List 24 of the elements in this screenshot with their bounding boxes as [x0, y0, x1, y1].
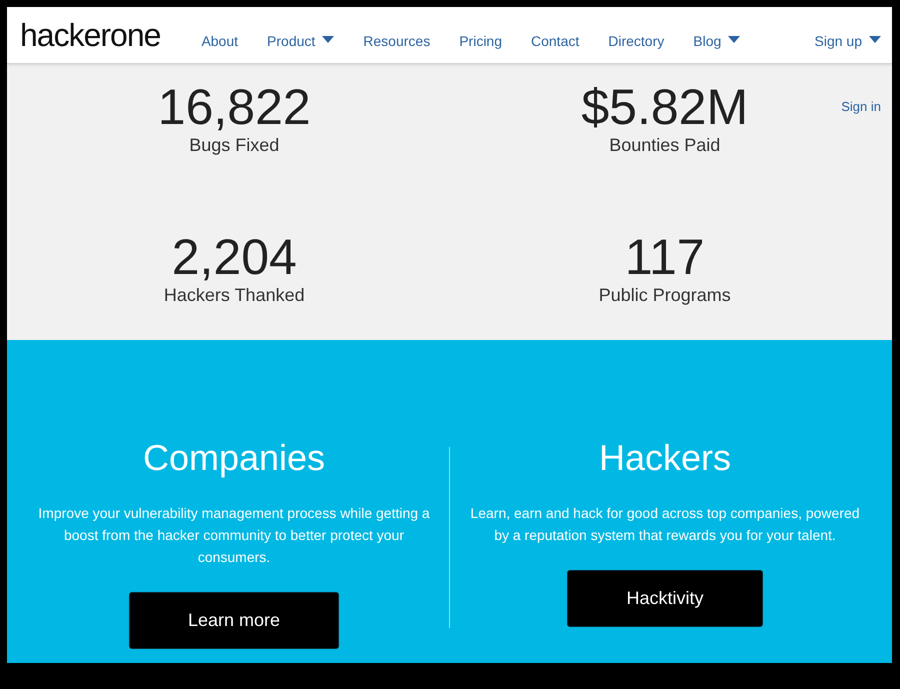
nav-link[interactable]: Pricing	[459, 33, 502, 49]
nav-link[interactable]: Directory	[608, 33, 664, 49]
action-button[interactable]: Hacktivity	[567, 570, 762, 627]
nav-link[interactable]: Resources	[363, 33, 430, 49]
action-button[interactable]: Learn more	[128, 592, 340, 649]
nav-link[interactable]: Contact	[531, 33, 580, 49]
sign-in-link[interactable]: Sign in	[841, 97, 881, 116]
nav-link[interactable]: Blog	[693, 33, 740, 49]
section-heading: Companies	[142, 436, 326, 480]
section-description: Learn, earn and hack for good across top companies, powered by a reputation system that rewards you for your talent.	[469, 504, 861, 545]
stat-value: 2,204	[172, 232, 297, 282]
stat-label: Hackers Thanked	[164, 284, 305, 306]
section-heading: Hackers	[598, 436, 732, 480]
nav-link[interactable]: About	[201, 33, 238, 49]
sign-up-link[interactable]: Sign up	[814, 33, 881, 49]
stat-value: 117	[624, 232, 705, 282]
stat-label: Bugs Fixed	[189, 134, 280, 156]
logo[interactable]: hackerone	[20, 19, 160, 51]
section-description: Improve your vulnerability management process while getting a boost from the hacker community to better protect your consumers.	[37, 504, 431, 567]
nav-link[interactable]: Product	[267, 33, 334, 49]
stat-value: $5.82M	[581, 82, 748, 132]
stat-label: Public Programs	[598, 284, 731, 306]
stat-value: 16,822	[158, 82, 311, 132]
stat-label: Bounties Paid	[609, 134, 720, 156]
